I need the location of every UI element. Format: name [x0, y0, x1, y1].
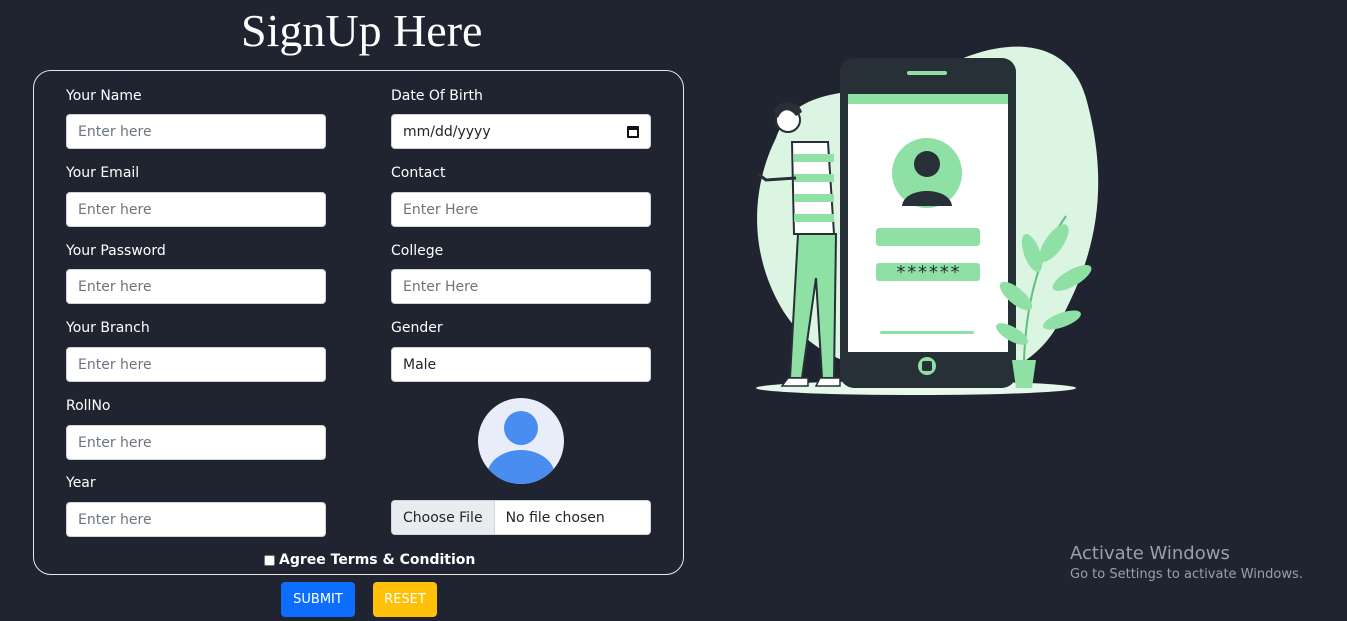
dob-label: Date Of Birth — [391, 88, 483, 104]
college-input[interactable] — [391, 269, 651, 304]
signup-illustration: ****** — [736, 38, 1106, 405]
agree-checkbox[interactable] — [264, 554, 275, 566]
gender-select[interactable]: Male — [391, 347, 651, 382]
password-label: Your Password — [66, 243, 166, 259]
dob-value: mm/dd/yyyy — [403, 123, 491, 140]
watermark-title: Activate Windows — [1070, 543, 1230, 564]
agree-label: Agree Terms & Condition — [279, 552, 476, 568]
watermark-subtitle: Go to Settings to activate Windows. — [1070, 567, 1303, 582]
photo-file-input[interactable]: Choose File No file chosen — [391, 500, 651, 535]
year-label: Year — [66, 475, 96, 491]
submit-button[interactable]: SUBMIT — [281, 582, 355, 617]
page-title: SignUp Here — [241, 5, 483, 56]
gender-label: Gender — [391, 320, 443, 336]
contact-input[interactable] — [391, 192, 651, 227]
email-input[interactable] — [66, 192, 326, 227]
choose-file-button[interactable]: Choose File — [392, 501, 495, 534]
contact-label: Contact — [391, 165, 446, 181]
rollno-label: RollNo — [66, 398, 111, 414]
profile-avatar-icon — [478, 398, 564, 484]
password-input[interactable] — [66, 269, 326, 304]
windows-activation-watermark: Activate Windows Go to Settings to activ… — [1070, 543, 1303, 582]
branch-input[interactable] — [66, 347, 326, 382]
file-status: No file chosen — [505, 509, 605, 526]
password-mask-text: ****** — [895, 262, 960, 283]
rollno-input[interactable] — [66, 425, 326, 460]
dob-input[interactable]: mm/dd/yyyy — [391, 114, 651, 149]
agree-terms[interactable]: Agree Terms & Condition — [264, 552, 475, 568]
branch-label: Your Branch — [66, 320, 150, 336]
email-label: Your Email — [66, 165, 140, 181]
reset-button[interactable]: RESET — [373, 582, 437, 617]
college-label: College — [391, 243, 444, 259]
name-label: Your Name — [66, 88, 142, 104]
name-input[interactable] — [66, 114, 326, 149]
year-input[interactable] — [66, 502, 326, 537]
gender-value: Male — [403, 356, 437, 373]
calendar-icon[interactable] — [627, 125, 639, 138]
